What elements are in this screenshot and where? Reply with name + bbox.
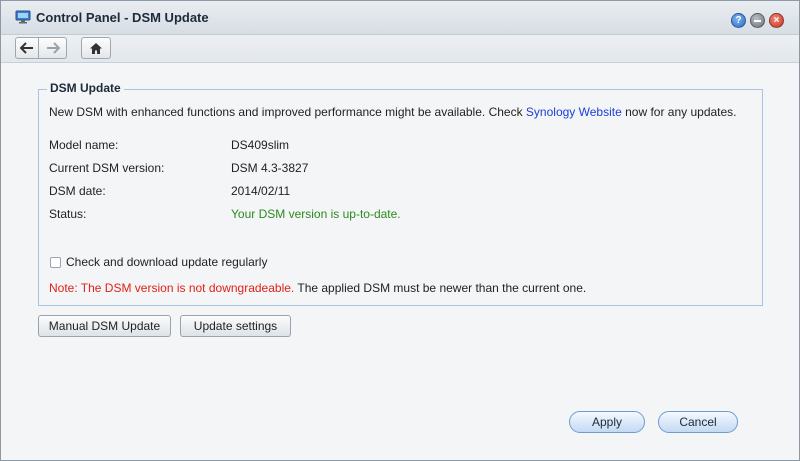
title-bar[interactable]: Control Panel - DSM Update ? × xyxy=(1,1,799,35)
home-button[interactable] xyxy=(81,37,111,59)
auto-update-checkbox[interactable] xyxy=(50,257,61,268)
status-value: Your DSM version is up-to-date. xyxy=(231,207,401,221)
current-version-value: DSM 4.3-3827 xyxy=(231,161,309,175)
update-settings-button[interactable]: Update settings xyxy=(180,315,291,337)
section-legend: DSM Update xyxy=(47,81,124,95)
arrow-left-icon xyxy=(20,42,33,54)
minimize-icon xyxy=(754,19,761,22)
synology-website-link[interactable]: Synology Website xyxy=(526,105,622,119)
status-label: Status: xyxy=(49,207,87,221)
home-icon xyxy=(90,42,102,54)
apply-button[interactable]: Apply xyxy=(569,411,645,433)
close-button[interactable]: × xyxy=(769,13,784,28)
intro-after: now for any updates. xyxy=(625,105,737,119)
cancel-button[interactable]: Cancel xyxy=(658,411,738,433)
downgrade-note: Note: The DSM version is not downgradeab… xyxy=(49,281,586,295)
back-button[interactable] xyxy=(15,37,39,59)
dsm-update-section: DSM Update New DSM with enhanced functio… xyxy=(38,81,763,306)
current-version-label: Current DSM version: xyxy=(49,161,165,175)
intro-text: New DSM with enhanced functions and impr… xyxy=(49,105,737,119)
model-name-value: DS409slim xyxy=(231,138,290,152)
window-title: Control Panel - DSM Update xyxy=(36,10,209,25)
manual-dsm-update-button[interactable]: Manual DSM Update xyxy=(38,315,171,337)
dsm-date-label: DSM date: xyxy=(49,184,106,198)
minimize-button[interactable] xyxy=(750,13,765,28)
note-warning: Note: The DSM version is not downgradeab… xyxy=(49,281,295,295)
auto-update-label[interactable]: Check and download update regularly xyxy=(66,255,267,269)
control-panel-window: Control Panel - DSM Update ? × DSM Updat… xyxy=(0,0,800,461)
close-icon: × xyxy=(773,14,780,26)
arrow-right-icon xyxy=(46,42,60,54)
help-icon: ? xyxy=(735,14,742,26)
navigation-toolbar xyxy=(1,35,799,63)
control-panel-icon xyxy=(15,10,31,24)
intro-before: New DSM with enhanced functions and impr… xyxy=(49,105,523,119)
model-name-label: Model name: xyxy=(49,138,119,152)
dsm-date-value: 2014/02/11 xyxy=(231,184,291,198)
note-text: The applied DSM must be newer than the c… xyxy=(297,281,587,295)
help-button[interactable]: ? xyxy=(731,13,746,28)
forward-button[interactable] xyxy=(39,37,67,59)
